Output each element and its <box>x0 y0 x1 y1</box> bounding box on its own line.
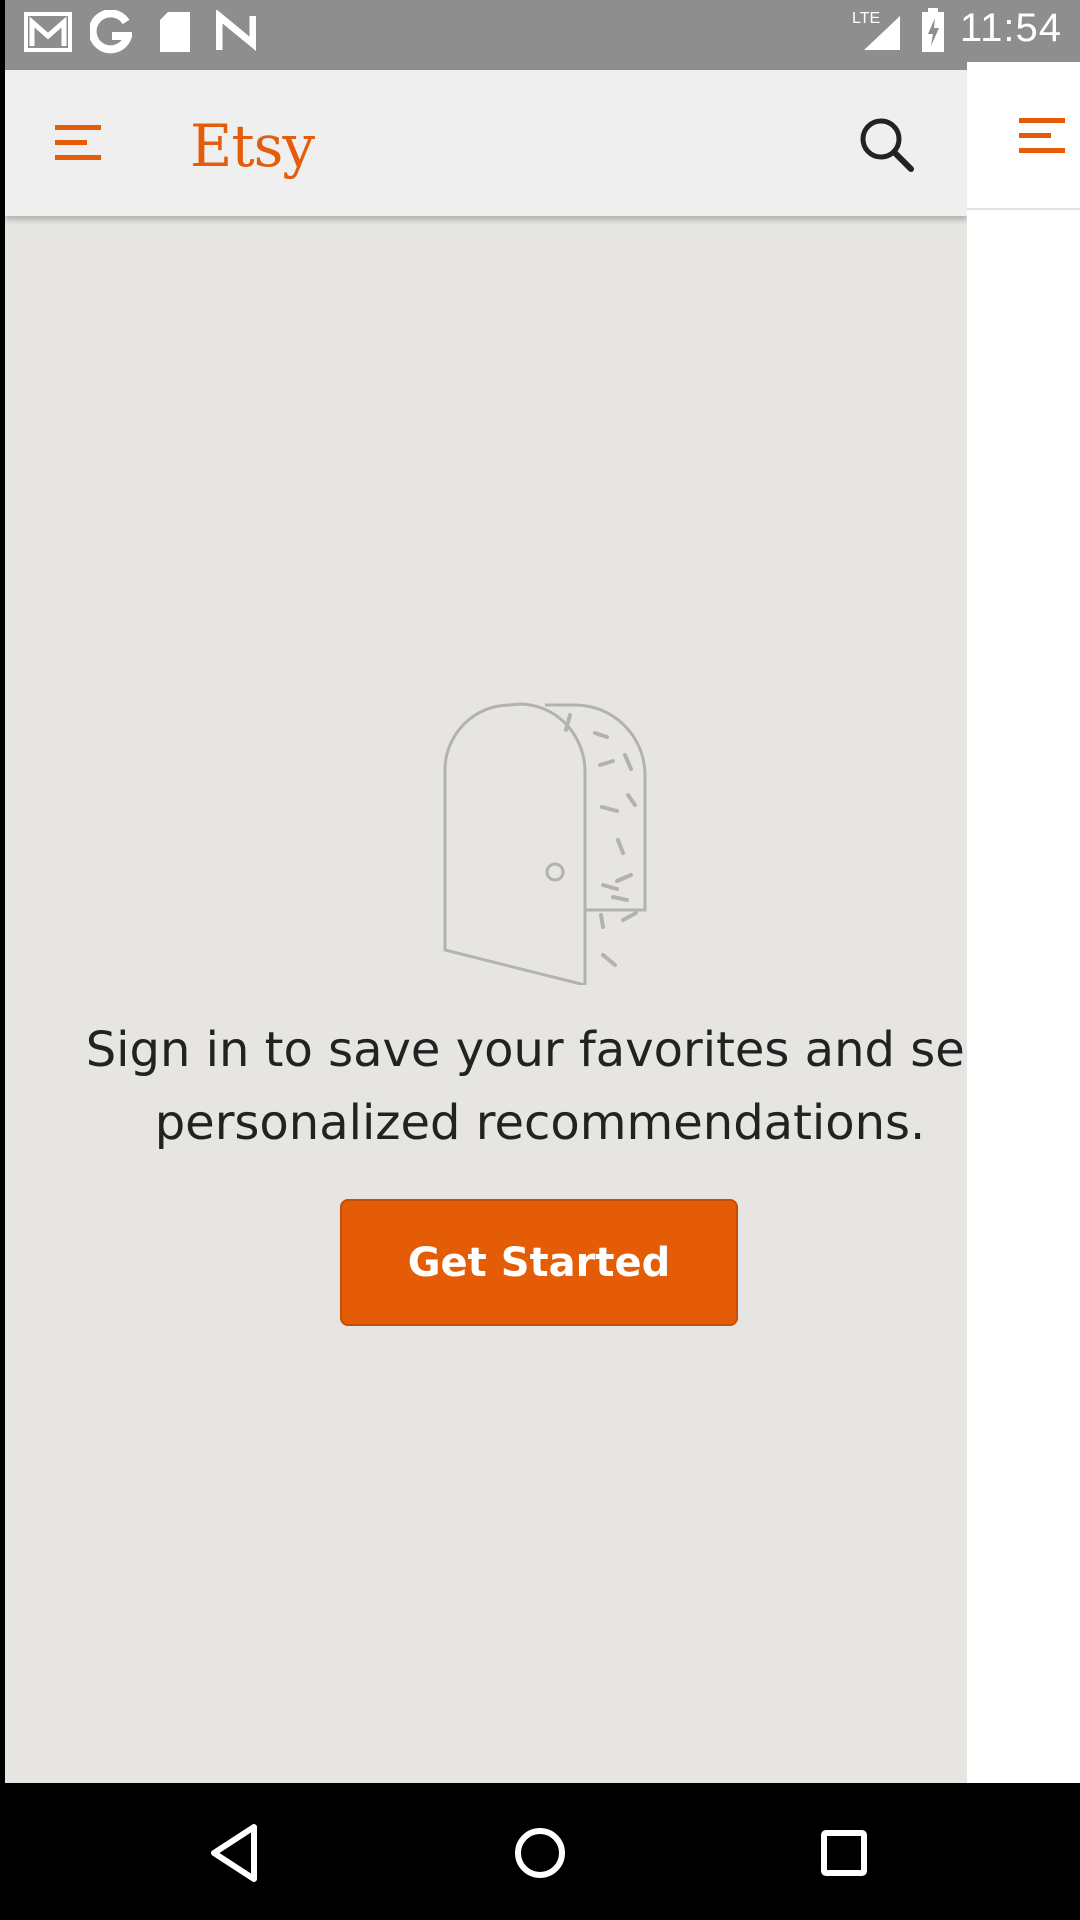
side-panel-divider <box>967 208 1080 210</box>
app-content: Etsy Sign in to save your favorites and … <box>5 70 994 1783</box>
back-icon[interactable] <box>196 1813 276 1893</box>
message-line-2: personalized recommendations. <box>154 1095 926 1151</box>
status-bar-edge <box>0 0 5 70</box>
recents-icon[interactable] <box>804 1813 884 1893</box>
status-bar: LTE 11:54 <box>0 0 1080 70</box>
battery-charging-icon <box>922 8 944 52</box>
home-icon[interactable] <box>500 1813 580 1893</box>
signal-icon <box>864 16 900 50</box>
search-icon[interactable] <box>857 115 917 175</box>
etsy-logo[interactable]: Etsy <box>190 112 315 180</box>
gmail-icon <box>24 12 72 52</box>
open-door-icon <box>443 702 647 985</box>
side-panel <box>967 62 1080 1793</box>
n-icon <box>216 10 256 52</box>
hamburger-menu-icon[interactable] <box>53 123 107 163</box>
get-started-button[interactable]: Get Started <box>340 1199 738 1326</box>
clock: 11:54 <box>959 6 1062 50</box>
side-panel-menu-icon[interactable] <box>1017 116 1067 156</box>
navigation-bar <box>0 1783 1080 1920</box>
google-icon <box>90 10 132 54</box>
sign-in-message: Sign in to save your favorites and see p… <box>5 1014 1075 1160</box>
sd-card-icon <box>160 12 190 52</box>
message-line-1: Sign in to save your favorites and see <box>85 1022 995 1078</box>
toolbar: Etsy <box>5 70 967 216</box>
